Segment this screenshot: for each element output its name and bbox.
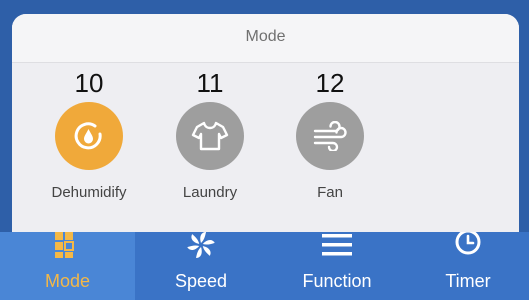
mode-item-fan[interactable]: 12 Fan [270,63,390,201]
bottom-tab-bar: Mode Speed Function Timer [0,232,529,300]
menu-lines-icon [322,234,352,256]
mode-list: 10 Dehumidify 11 Laundry 12 Fan [12,63,519,234]
dehumidify-icon [74,122,102,150]
laundry-button[interactable] [176,102,244,170]
clock-icon [455,232,481,255]
tab-function[interactable]: Function [267,232,407,300]
mode-number: 11 [196,68,224,98]
tab-label: Mode [44,271,91,291]
mode-number: 12 [315,68,345,98]
fan-button[interactable] [296,102,364,170]
mode-item-dehumidify[interactable]: 10 Dehumidify [29,63,149,201]
fan-blade-icon [187,232,215,258]
tab-timer[interactable]: Timer [407,232,529,300]
mode-panel: Mode 10 Dehumidify 11 Laundry 12 Fan [12,14,519,234]
mode-label: Fan [317,184,343,201]
mode-label: Laundry [182,184,238,201]
dehumidify-button[interactable] [55,102,123,170]
tab-speed[interactable]: Speed [135,232,267,300]
mode-item-laundry[interactable]: 11 Laundry [150,63,270,201]
mode-grid-icon [54,232,74,258]
tab-label: Function [302,271,372,291]
tab-label: Speed [174,271,228,291]
mode-panel-title: Mode [12,14,519,63]
shirt-icon [191,121,229,151]
mode-label: Dehumidify [51,184,127,201]
tab-mode[interactable]: Mode [0,232,135,300]
tab-label: Timer [445,271,491,291]
wind-icon [313,121,347,151]
mode-number: 10 [74,68,104,98]
